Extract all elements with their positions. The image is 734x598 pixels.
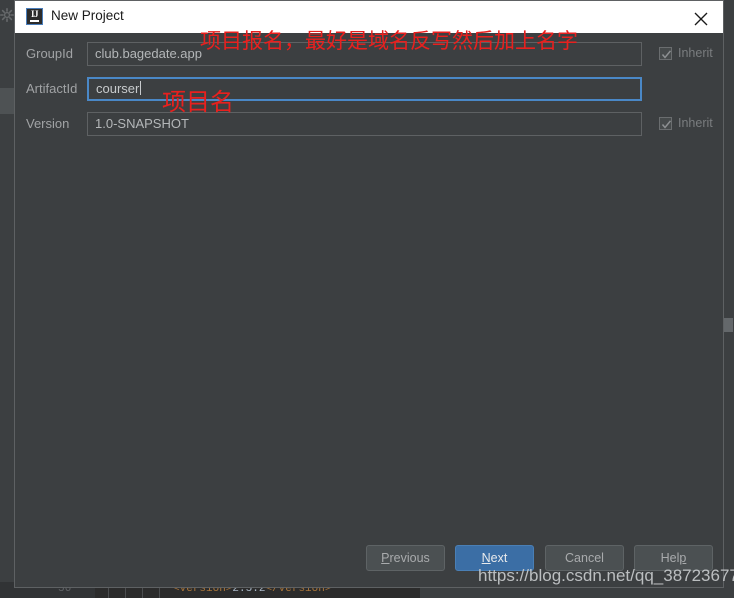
groupid-inherit-label: Inherit [678,46,713,60]
groupid-inherit-checkbox[interactable]: Inherit [659,46,713,60]
new-project-dialog: IJ New Project GroupId club.bagedate.app… [14,0,724,588]
artifactid-input[interactable]: courser [87,77,642,101]
groupid-input[interactable]: club.bagedate.app [87,42,642,66]
help-button[interactable]: Help [634,545,713,571]
artifactid-label: ArtifactId [26,81,78,96]
text-caret [140,81,142,95]
close-button[interactable] [679,1,723,33]
cancel-button[interactable]: Cancel [545,545,624,571]
intellij-idea-icon: IJ [26,8,43,25]
previous-button-label: revious [389,551,430,565]
ide-tool-window-tab[interactable] [0,88,15,114]
version-inherit-checkbox[interactable]: Inherit [659,116,713,130]
help-button-label: Hel [660,551,680,565]
dialog-titlebar: IJ New Project [15,1,723,33]
previous-button[interactable]: Previous [366,545,445,571]
version-input[interactable]: 1.0-SNAPSHOT [87,112,642,136]
previous-button-mnemonic: P [381,551,390,565]
groupid-label: GroupId [26,46,73,61]
checkbox-checked-icon [659,46,672,60]
version-inherit-label: Inherit [678,116,713,130]
ide-right-edge-marker[interactable] [724,318,733,332]
gear-icon[interactable] [0,8,14,22]
version-label: Version [26,116,70,131]
next-button-mnemonic: N [481,551,491,565]
help-button-mnemonic: p [679,551,687,565]
next-button[interactable]: Next [455,545,534,571]
artifactid-input-value: courser [96,81,140,96]
checkbox-checked-icon [659,116,672,130]
next-button-label: ext [490,551,508,565]
dialog-title: New Project [51,8,124,23]
close-icon [694,12,708,26]
